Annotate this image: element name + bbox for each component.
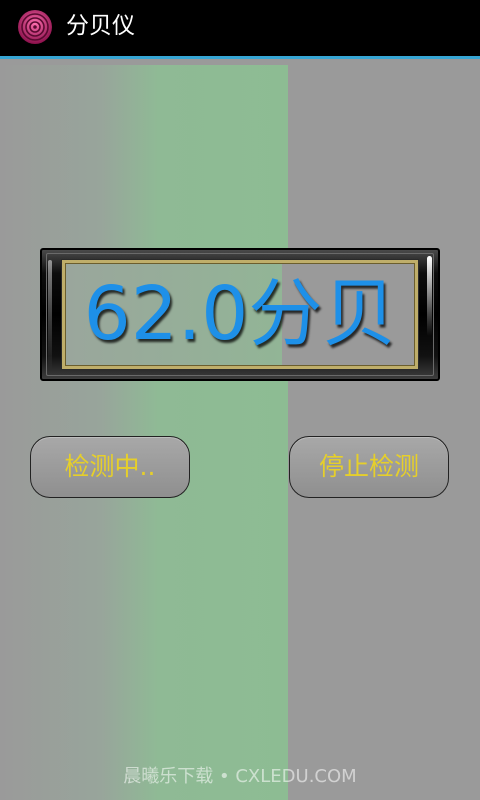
target-rings-icon <box>18 10 52 44</box>
watermark-text: 晨曦乐下载 • CXLEDU.COM <box>123 766 357 787</box>
background-gradient-panel <box>0 65 288 800</box>
title-bar: 分贝仪 <box>0 0 480 56</box>
frame-highlight-right <box>427 256 432 336</box>
frame-highlight-left <box>48 260 52 370</box>
app-screen: 分贝仪 62.0分贝 检测中.. 停止检测 晨曦乐下载 • CXLEDU.COM <box>0 0 480 800</box>
decibel-reading: 62.0分贝 <box>83 271 397 357</box>
stop-detection-button[interactable]: 停止检测 <box>289 436 449 498</box>
decibel-meter-display: 62.0分贝 <box>62 260 418 369</box>
app-title: 分贝仪 <box>66 13 135 39</box>
decibel-meter-frame: 62.0分贝 <box>40 248 440 381</box>
detecting-button[interactable]: 检测中.. <box>30 436 190 498</box>
